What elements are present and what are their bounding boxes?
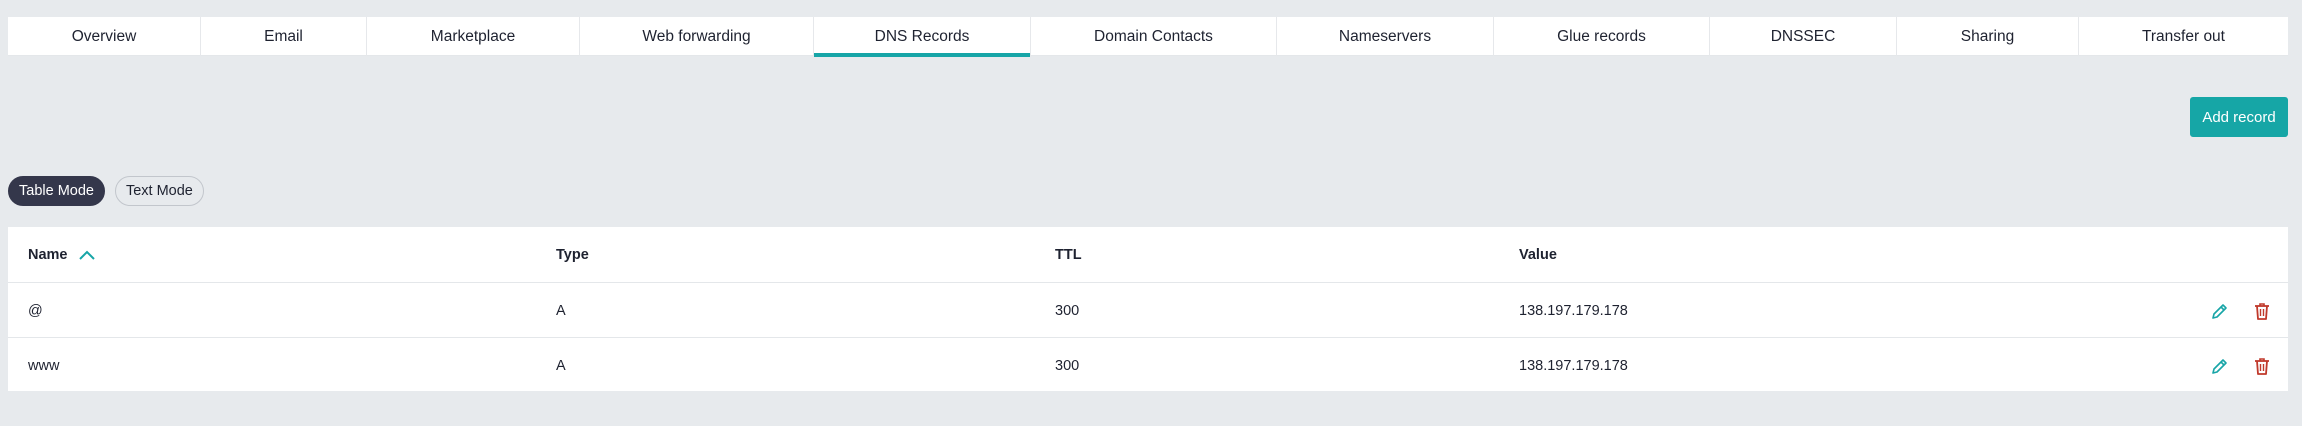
tab-label: Email [264, 27, 303, 45]
tab-bar: Overview Email Marketplace Web forwardin… [8, 17, 2288, 57]
column-header-label: Name [28, 246, 68, 263]
tab-web-forwarding[interactable]: Web forwarding [580, 17, 814, 56]
tab-dns-records[interactable]: DNS Records [814, 17, 1031, 57]
tab-label: Sharing [1960, 27, 2015, 45]
text-mode-button[interactable]: Text Mode [114, 176, 204, 206]
tab-label: DNSSEC [1770, 27, 1836, 45]
column-header-name[interactable]: Name [28, 227, 96, 282]
pencil-icon[interactable] [2210, 301, 2230, 321]
column-header-type[interactable]: Type [556, 227, 589, 282]
record-ttl: 300 [1055, 357, 1080, 374]
tab-overview[interactable]: Overview [8, 17, 201, 56]
column-header-ttl[interactable]: TTL [1055, 227, 1082, 282]
chevron-up-icon[interactable] [78, 249, 96, 261]
dns-records-table: Name Type TTL Value @ A 300 138.197.179.… [8, 227, 2288, 391]
tab-marketplace[interactable]: Marketplace [367, 17, 580, 56]
tab-label: Transfer out [2142, 27, 2225, 45]
table-row: @ A 300 138.197.179.178 [8, 282, 2288, 337]
record-name: www [28, 357, 60, 374]
tab-label: Marketplace [430, 27, 516, 45]
record-value: 138.197.179.178 [1519, 302, 1628, 319]
tab-label: Web forwarding [642, 27, 751, 45]
view-mode-toggle: Table Mode Text Mode [8, 176, 204, 206]
tab-domain-contacts[interactable]: Domain Contacts [1031, 17, 1277, 56]
row-actions [2210, 283, 2272, 338]
column-header-value[interactable]: Value [1519, 227, 1557, 282]
tab-label: Overview [71, 27, 137, 45]
add-record-button[interactable]: Add record [2190, 97, 2288, 137]
tab-nameservers[interactable]: Nameservers [1277, 17, 1494, 56]
tab-transfer-out[interactable]: Transfer out [2079, 17, 2288, 56]
tab-label: Domain Contacts [1094, 27, 1213, 45]
tab-glue-records[interactable]: Glue records [1494, 17, 1710, 56]
row-actions [2210, 338, 2272, 393]
table-header-row: Name Type TTL Value [8, 227, 2288, 282]
pencil-icon[interactable] [2210, 356, 2230, 376]
trash-icon[interactable] [2252, 356, 2272, 376]
tab-email[interactable]: Email [201, 17, 367, 56]
tab-dnssec[interactable]: DNSSEC [1710, 17, 1897, 56]
record-type: A [556, 357, 566, 374]
record-name: @ [28, 302, 43, 319]
table-mode-button[interactable]: Table Mode [8, 176, 105, 206]
record-type: A [556, 302, 566, 319]
tab-label: DNS Records [874, 27, 970, 45]
tab-label: Glue records [1557, 27, 1646, 45]
tab-sharing[interactable]: Sharing [1897, 17, 2079, 56]
table-row: www A 300 138.197.179.178 [8, 337, 2288, 392]
trash-icon[interactable] [2252, 301, 2272, 321]
record-ttl: 300 [1055, 302, 1080, 319]
record-value: 138.197.179.178 [1519, 357, 1628, 374]
tab-label: Nameservers [1338, 27, 1432, 45]
